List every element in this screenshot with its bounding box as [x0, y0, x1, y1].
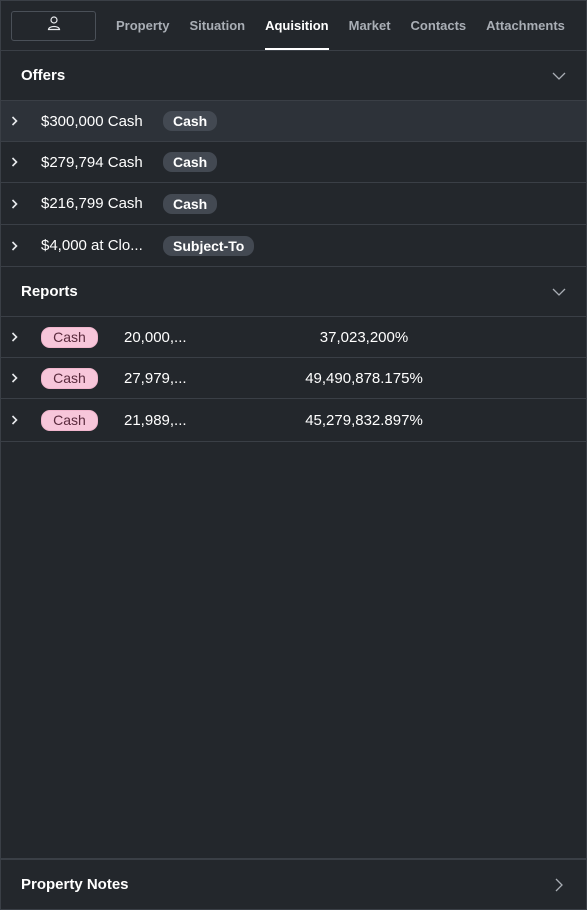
acquisition-panel: Property Situation Aquisition Market Con… [0, 0, 587, 910]
offer-amount: $4,000 at Clo... [41, 237, 143, 254]
top-nav: Property Situation Aquisition Market Con… [1, 1, 586, 51]
offer-type-badge: Cash [163, 111, 218, 131]
reports-title: Reports [21, 283, 78, 300]
tab-attachments[interactable]: Attachments [476, 1, 575, 51]
offer-type-badge: Subject-To [163, 235, 255, 256]
chevron-right-icon[interactable] [11, 198, 21, 210]
report-percent: 49,490,878.175% [305, 369, 423, 387]
report-percent: 37,023,200% [319, 328, 409, 346]
offer-type-badge: Cash [163, 152, 218, 172]
report-type-badge: Cash [41, 326, 98, 348]
tab-property[interactable]: Property [106, 1, 179, 51]
offer-row[interactable]: $4,000 at Clo... Subject-To [1, 225, 586, 267]
report-row[interactable]: Cash 27,979,... 49,490,878.175% [1, 358, 586, 399]
chevron-right-icon[interactable] [11, 331, 21, 343]
chevron-right-icon[interactable] [11, 240, 21, 252]
report-amount: 27,979,... [124, 369, 187, 387]
chevron-right-icon[interactable] [11, 372, 21, 384]
report-type-badge: Cash [41, 409, 98, 431]
report-type-badge: Cash [41, 367, 98, 389]
chevron-right-icon[interactable] [11, 115, 21, 127]
chevron-down-icon[interactable] [552, 69, 566, 83]
offer-amount: $216,799 Cash [41, 195, 143, 212]
chevron-down-icon[interactable] [552, 285, 566, 299]
tab-bar: Property Situation Aquisition Market Con… [106, 1, 575, 51]
report-percent: 45,279,832.897% [305, 411, 423, 429]
offer-amount: $279,794 Cash [41, 153, 143, 171]
chevron-right-icon[interactable] [552, 878, 566, 892]
report-amount: 20,000,... [124, 328, 187, 346]
offer-amount: $300,000 Cash [41, 112, 143, 130]
offers-header[interactable]: Offers [1, 51, 586, 101]
chevron-right-icon[interactable] [11, 414, 21, 426]
user-icon [46, 15, 62, 36]
offer-row[interactable]: $279,794 Cash Cash [1, 142, 586, 183]
tab-contacts[interactable]: Contacts [401, 1, 477, 51]
avatar-button[interactable] [11, 10, 96, 41]
tab-aquisition[interactable]: Aquisition [255, 1, 339, 51]
offer-row[interactable]: $216,799 Cash Cash [1, 183, 586, 225]
property-notes-bar[interactable]: Property Notes [1, 858, 586, 909]
tab-situation[interactable]: Situation [179, 1, 255, 51]
reports-header[interactable]: Reports [1, 267, 586, 317]
offer-type-badge: Cash [163, 193, 218, 214]
chevron-right-icon[interactable] [11, 156, 21, 168]
report-amount: 21,989,... [124, 411, 187, 429]
offers-title: Offers [21, 67, 66, 84]
report-row[interactable]: Cash 20,000,... 37,023,200% [1, 317, 586, 358]
report-row[interactable]: Cash 21,989,... 45,279,832.897% [1, 399, 586, 442]
property-notes-title: Property Notes [21, 876, 129, 893]
tab-market[interactable]: Market [339, 1, 401, 51]
offer-row[interactable]: $300,000 Cash Cash [1, 101, 586, 142]
